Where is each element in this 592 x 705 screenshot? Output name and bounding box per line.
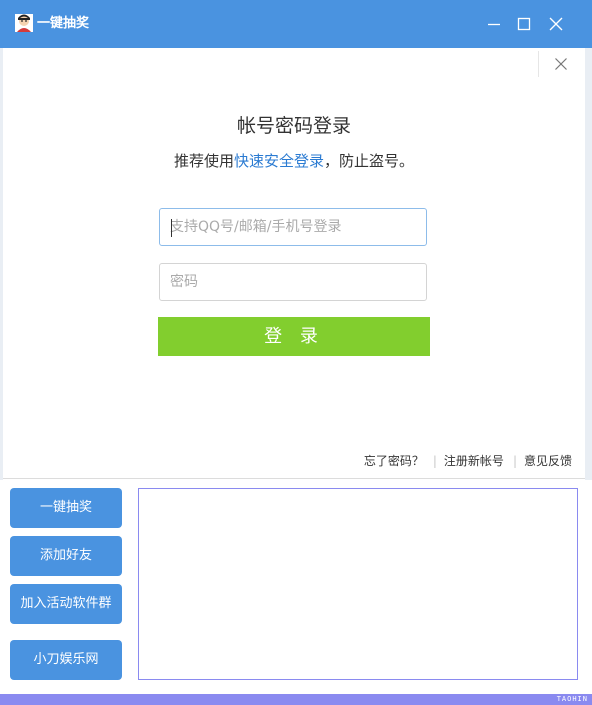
- close-icon: [555, 58, 567, 70]
- output-textbox[interactable]: [138, 488, 578, 680]
- subtitle-suffix: ，防止盗号。: [324, 152, 415, 170]
- register-link[interactable]: 注册新帐号: [444, 454, 504, 468]
- login-title: 帐号密码登录: [236, 115, 351, 137]
- join-group-button[interactable]: 加入活动软件群: [10, 584, 122, 624]
- quick-login-link[interactable]: 快速安全登录: [234, 152, 324, 170]
- subtitle-prefix: 推荐使用: [173, 152, 234, 170]
- website-button[interactable]: 小刀娱乐网: [10, 640, 122, 680]
- login-links: 忘了密码？ | 注册新帐号 | 意见反馈: [364, 452, 572, 469]
- status-bar: TAOHIN: [0, 694, 592, 705]
- link-separator: |: [512, 454, 517, 468]
- add-friend-button[interactable]: 添加好友: [10, 536, 122, 576]
- forgot-password-link[interactable]: 忘了密码？: [364, 454, 424, 468]
- minimize-icon: [488, 23, 500, 26]
- link-separator: |: [432, 454, 437, 468]
- status-text: TAOHIN: [556, 695, 588, 703]
- window-title: 一键抽奖: [37, 16, 90, 31]
- password-input[interactable]: [170, 265, 420, 299]
- account-field[interactable]: [159, 208, 427, 246]
- maximize-icon: [517, 17, 531, 31]
- minimize-button[interactable]: [482, 12, 506, 36]
- maximize-button[interactable]: [512, 12, 536, 36]
- close-icon: [549, 17, 563, 31]
- account-input[interactable]: [170, 210, 420, 244]
- frame-right-border: [585, 48, 592, 480]
- login-button[interactable]: 登 录: [158, 317, 430, 356]
- lottery-button[interactable]: 一键抽奖: [10, 488, 122, 528]
- close-window-button[interactable]: [544, 12, 568, 36]
- login-panel: 帐号密码登录 推荐使用快速安全登录，防止盗号。 登 录 忘了密码？ | 注册新帐号 |…: [3, 48, 585, 479]
- login-close-button[interactable]: [538, 51, 583, 77]
- feedback-link[interactable]: 意见反馈: [524, 454, 572, 468]
- password-field[interactable]: [159, 263, 427, 301]
- login-subtitle: 推荐使用快速安全登录，防止盗号。: [3, 150, 585, 171]
- title-bar: 一键抽奖: [0, 0, 592, 48]
- text-caret: [171, 219, 172, 237]
- avatar-icon: [15, 14, 33, 32]
